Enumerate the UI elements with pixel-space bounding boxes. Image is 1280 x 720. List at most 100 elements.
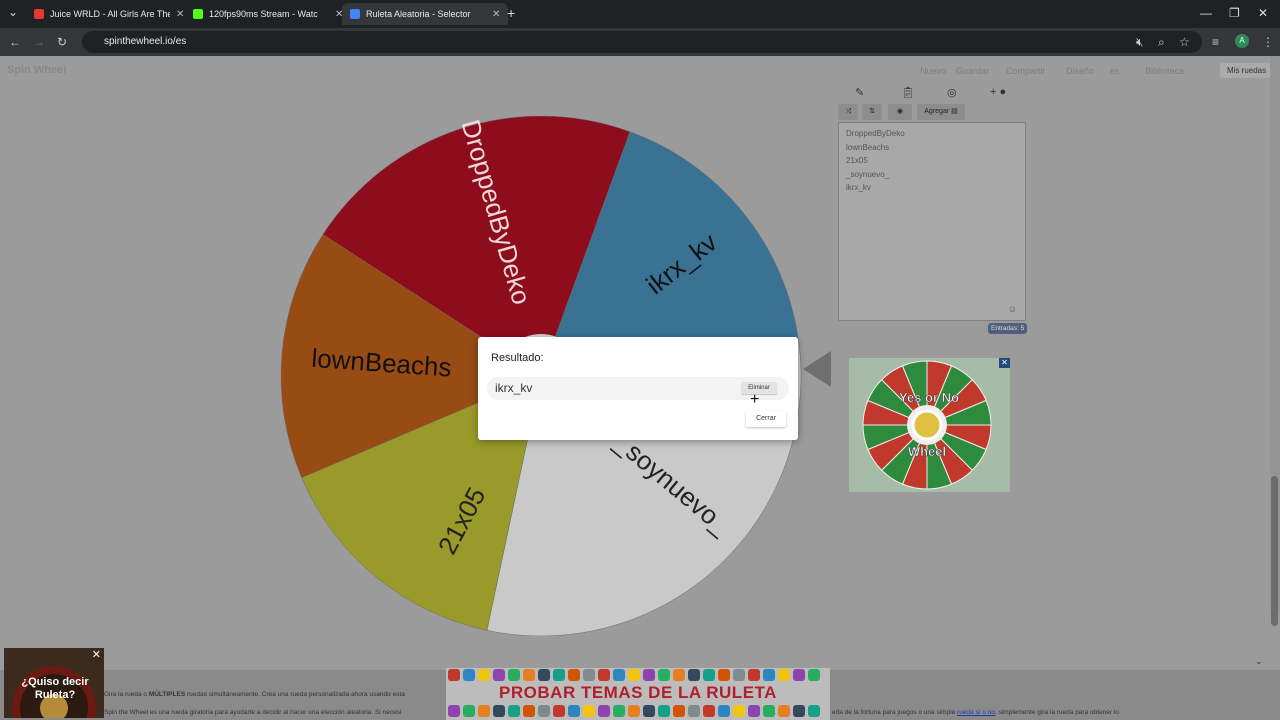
- theme-icon: [478, 705, 490, 717]
- media-icon[interactable]: ≡: [1212, 35, 1219, 49]
- close-button[interactable]: Cerrar: [746, 411, 786, 427]
- image-icon[interactable]: ◉: [888, 104, 912, 120]
- my-wheels-button[interactable]: Mis ruedas: [1220, 63, 1274, 78]
- theme-icon: [523, 669, 535, 681]
- tab-juice-wrld[interactable]: Juice WRLD - All Girls Are The S ✕: [26, 3, 192, 25]
- profile-avatar[interactable]: A: [1235, 34, 1249, 48]
- theme-icon: [703, 705, 715, 717]
- yes-or-no-title: Yes or No: [899, 390, 959, 405]
- scroll-down-icon[interactable]: ⌄: [1255, 656, 1263, 667]
- mute-icon[interactable]: 🔇︎: [1136, 35, 1144, 50]
- result-dialog: Resultado: ikrx_kv Eliminar Cerrar: [478, 337, 798, 440]
- theme-icon: [523, 705, 535, 717]
- dialog-title: Resultado:: [491, 352, 544, 364]
- close-icon[interactable]: ✕: [492, 9, 500, 20]
- theme-icon: [793, 705, 805, 717]
- theme-icon: [598, 705, 610, 717]
- tab-title: Juice WRLD - All Girls Are The S: [50, 9, 170, 19]
- emoji-icon[interactable]: ☺: [1008, 304, 1017, 314]
- forward-icon[interactable]: →: [33, 35, 45, 49]
- theme-icon: [643, 705, 655, 717]
- back-icon[interactable]: ←: [9, 35, 21, 49]
- theme-icon: [463, 705, 475, 717]
- ad-close-icon[interactable]: ✕: [999, 358, 1010, 368]
- theme-icon: [808, 669, 820, 681]
- tab-ruleta[interactable]: Ruleta Aleatoria - Selector ✕: [342, 3, 509, 25]
- theme-icon: [748, 669, 760, 681]
- shuffle-icon[interactable]: ⤨: [838, 104, 858, 120]
- theme-icon: [733, 705, 745, 717]
- add-image-button[interactable]: Agregar ▤: [917, 104, 965, 120]
- restore-icon[interactable]: ❐: [1229, 6, 1240, 20]
- wheel-word: Wheel: [908, 444, 946, 459]
- url-text: spinthewheel.io/es: [104, 36, 187, 47]
- theme-icon: [478, 669, 490, 681]
- theme-icon: [763, 669, 775, 681]
- nav-save[interactable]: Guardar: [956, 66, 989, 76]
- theme-icon: [508, 669, 520, 681]
- theme-icon: [463, 669, 475, 681]
- theme-icon: [763, 705, 775, 717]
- footer-line-1: Gira la rueda o MÚLTIPLES ruedas simultá…: [104, 691, 405, 698]
- theme-icon: [643, 669, 655, 681]
- bookmark-star-icon[interactable]: ☆: [1179, 35, 1190, 49]
- nav-library[interactable]: Biblioteca: [1145, 66, 1184, 76]
- tab-kick-stream[interactable]: 120fps90ms Stream - Watc ✕: [185, 3, 351, 25]
- theme-icon: [658, 669, 670, 681]
- close-icon[interactable]: ✕: [92, 648, 101, 661]
- sort-icon[interactable]: ⇅: [862, 104, 882, 120]
- minimize-icon[interactable]: —: [1200, 6, 1212, 20]
- nav-new[interactable]: Nuevo: [920, 66, 946, 76]
- hide-eye-icon[interactable]: ◎: [947, 86, 957, 99]
- new-tab-icon[interactable]: +: [507, 5, 515, 21]
- close-window-icon[interactable]: ✕: [1258, 6, 1268, 20]
- entry-line: _soynuevo_: [846, 169, 890, 179]
- browser-tab-strip: ⌄ Juice WRLD - All Girls Are The S ✕ 120…: [0, 0, 1280, 28]
- tab-search-icon[interactable]: ⌄: [8, 5, 18, 19]
- nav-language[interactable]: es: [1110, 66, 1120, 76]
- nav-share[interactable]: Compartir: [1006, 66, 1046, 76]
- menu-icon[interactable]: ⋮: [1262, 35, 1274, 49]
- add-color-icon[interactable]: + ●: [990, 86, 1006, 98]
- nav-design[interactable]: Diseño: [1066, 66, 1094, 76]
- youtube-icon: [34, 9, 44, 19]
- zoom-icon[interactable]: ⌕: [1158, 35, 1165, 50]
- yes-no-wheel-link[interactable]: rueda sí o no: [957, 709, 995, 716]
- entries-textarea[interactable]: DroppedByDeko lownBeachs 21x05 _soynuevo…: [838, 122, 1026, 321]
- theme-icon: [583, 669, 595, 681]
- entry-line: ikrx_kv: [846, 183, 871, 192]
- theme-icon: [613, 669, 625, 681]
- clipboard-icon[interactable]: 📋︎: [901, 86, 915, 99]
- scrollbar-thumb[interactable]: [1271, 476, 1278, 626]
- spinthewheel-icon: [350, 9, 360, 19]
- theme-icon: [778, 705, 790, 717]
- theme-icon: [538, 705, 550, 717]
- url-field[interactable]: spinthewheel.io/es: [82, 31, 1202, 53]
- themes-ad-banner[interactable]: PROBAR TEMAS DE LA RULETA: [446, 668, 830, 720]
- theme-icon: [778, 669, 790, 681]
- theme-icon: [673, 669, 685, 681]
- theme-icon: [718, 705, 730, 717]
- site-logo[interactable]: Spin Wheel: [7, 64, 66, 76]
- edit-pencil-icon[interactable]: ✎: [855, 86, 864, 99]
- theme-icon: [703, 669, 715, 681]
- theme-icon: [568, 705, 580, 717]
- close-icon[interactable]: ✕: [176, 9, 184, 20]
- roulette-ad[interactable]: ¿Quiso decir Ruleta? ✕: [4, 648, 104, 718]
- move-cursor-icon: +: [750, 391, 760, 408]
- theme-icon: [673, 705, 685, 717]
- theme-icon: [688, 669, 700, 681]
- kick-icon: [193, 9, 203, 19]
- theme-icon: [688, 705, 700, 717]
- tab-title: Ruleta Aleatoria - Selector: [366, 9, 471, 19]
- entry-line: lownBeachs: [846, 142, 890, 152]
- theme-icon: [613, 705, 625, 717]
- theme-icon: [733, 669, 745, 681]
- theme-icon: [448, 705, 460, 717]
- yes-no-wheel-ad[interactable]: Yes or No Wheel ✕: [849, 358, 1010, 492]
- themes-ad-headline: PROBAR TEMAS DE LA RULETA: [499, 683, 777, 702]
- entries-count-badge: Entradas: 5: [988, 323, 1028, 334]
- theme-icon: [553, 669, 565, 681]
- reload-icon[interactable]: ↻: [57, 35, 67, 49]
- entry-line: 21x05: [846, 156, 868, 165]
